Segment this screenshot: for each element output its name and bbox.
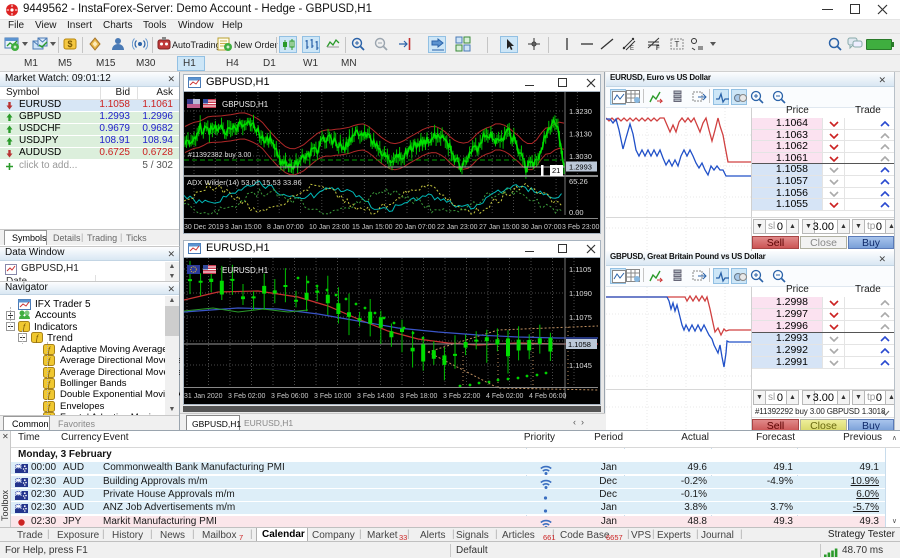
svg-text:10 Jan 23:00: 10 Jan 23:00 [309, 224, 350, 231]
svg-text:3 Feb 18:00: 3 Feb 18:00 [400, 393, 437, 400]
svg-text:T: T [675, 40, 680, 49]
svg-text:1.1045: 1.1045 [569, 361, 592, 370]
svg-text:30 Dec 2019: 30 Dec 2019 [184, 224, 224, 231]
svg-text:3 Feb 14:00: 3 Feb 14:00 [357, 393, 394, 400]
svg-text:$: $ [67, 39, 72, 49]
svg-text:1.3130: 1.3130 [569, 130, 592, 139]
svg-text:27 Jan 15:00: 27 Jan 15:00 [479, 224, 520, 231]
svg-text:20 Jan 07:00: 20 Jan 07:00 [395, 224, 436, 231]
svg-text:1.3030: 1.3030 [569, 152, 592, 161]
svg-text:3 Jan 15:00: 3 Jan 15:00 [225, 224, 262, 231]
svg-text:0.00: 0.00 [569, 208, 584, 217]
svg-text:3 Feb 10:00: 3 Feb 10:00 [314, 393, 351, 400]
svg-text:3 Feb 02:00: 3 Feb 02:00 [228, 393, 265, 400]
svg-text:1.2993: 1.2993 [569, 163, 592, 172]
svg-text:1.1075: 1.1075 [569, 313, 592, 322]
svg-text:E: E [630, 46, 634, 52]
svg-text:21: 21 [552, 166, 560, 175]
svg-text:3 Feb 06:00: 3 Feb 06:00 [271, 393, 308, 400]
svg-text:3 Feb 22:00: 3 Feb 22:00 [443, 393, 480, 400]
svg-text:4 Feb 02:00: 4 Feb 02:00 [486, 393, 523, 400]
svg-text:8 Jan 07:00: 8 Jan 07:00 [267, 224, 304, 231]
svg-text:1.3230: 1.3230 [569, 107, 592, 116]
svg-text:ADX Wilder(14) 53.01 15.53 33.: ADX Wilder(14) 53.01 15.53 33.86 [187, 178, 302, 187]
svg-text:31 Jan 2020: 31 Jan 2020 [184, 393, 223, 400]
svg-text:1.1058: 1.1058 [568, 340, 591, 349]
svg-text:30 Jan 07:00: 30 Jan 07:00 [521, 224, 562, 231]
svg-text:F: F [656, 46, 660, 52]
svg-text:1.1090: 1.1090 [569, 289, 592, 298]
svg-text:65.26: 65.26 [569, 177, 588, 186]
svg-text:1.1105: 1.1105 [569, 265, 591, 274]
svg-text:3 Feb 23:00: 3 Feb 23:00 [562, 224, 599, 231]
svg-text:15 Jan 15:00: 15 Jan 15:00 [352, 224, 393, 231]
svg-text:#11392382 buy 3.00: #11392382 buy 3.00 [188, 152, 251, 159]
svg-text:22 Jan 23:00: 22 Jan 23:00 [437, 224, 478, 231]
svg-text:4 Feb 06:00: 4 Feb 06:00 [529, 393, 566, 400]
